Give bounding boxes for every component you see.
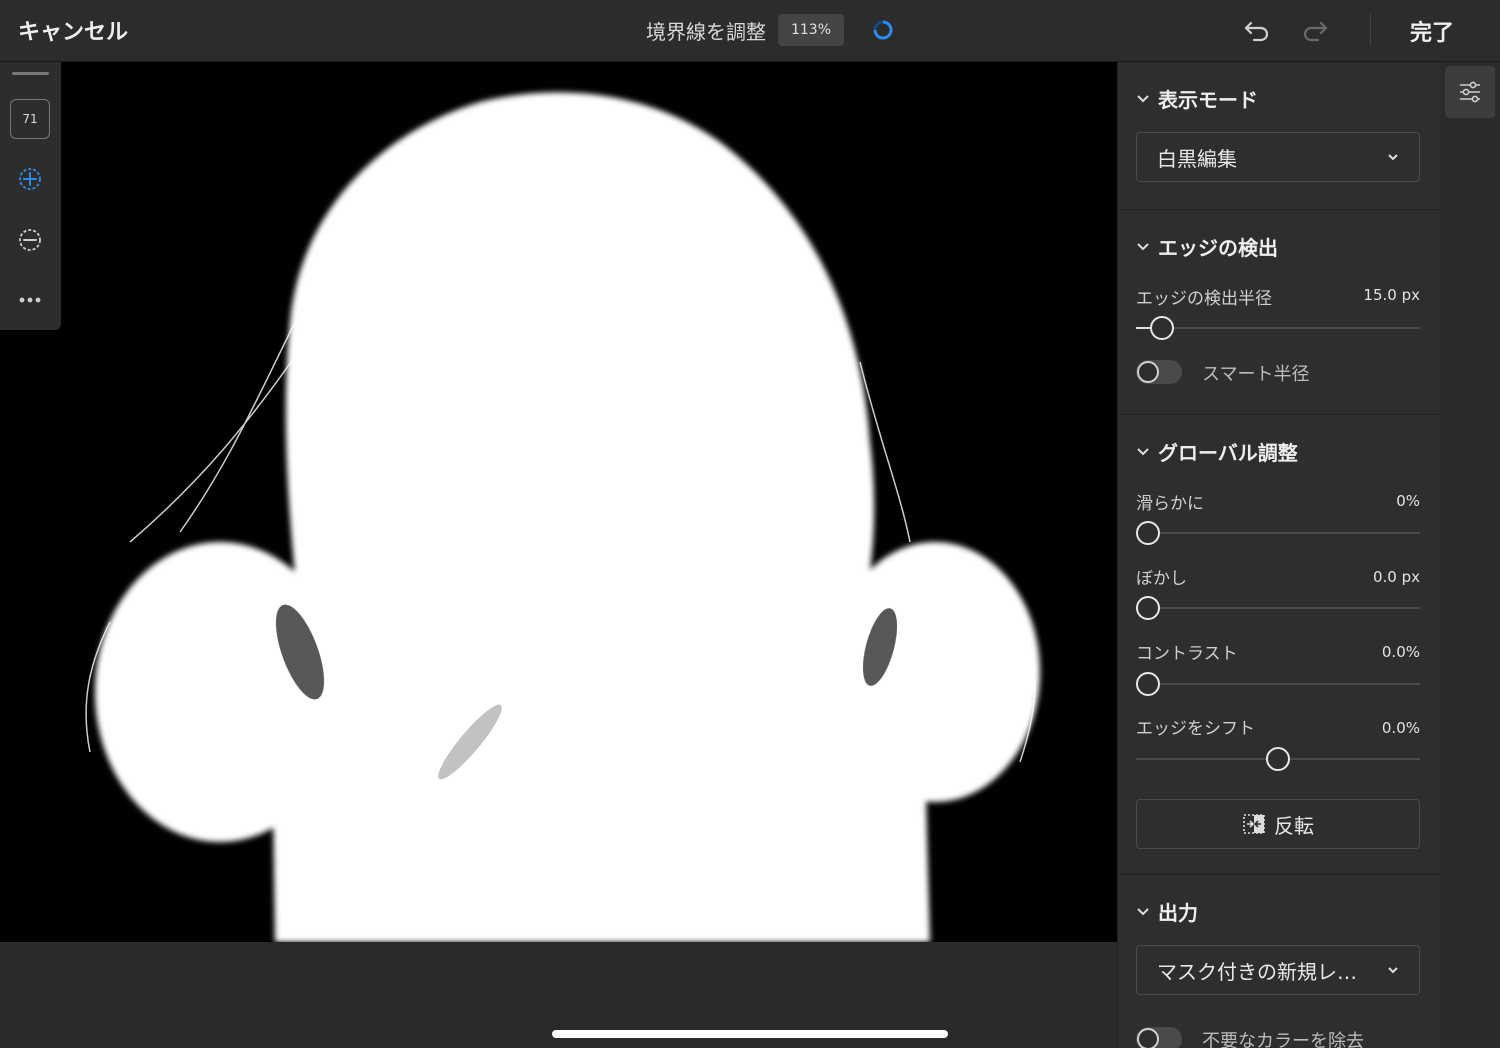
slider-fill — [1136, 327, 1150, 329]
blur-label: ぼかし — [1136, 569, 1187, 589]
slider-track — [1136, 327, 1420, 329]
mask-canvas[interactable] — [0, 62, 1117, 942]
edge-detection-header[interactable]: エッジの検出 — [1136, 232, 1278, 261]
edge-radius-slider[interactable] — [1136, 315, 1420, 341]
undo-icon[interactable] — [1242, 17, 1272, 45]
contrast-label: コントラスト — [1136, 644, 1238, 664]
smooth-slider[interactable] — [1136, 520, 1420, 546]
global-adjust-header[interactable]: グローバル調整 — [1136, 437, 1298, 466]
add-brush-icon[interactable] — [16, 165, 44, 193]
invert-icon — [1243, 814, 1265, 834]
output-section: 出力 マスク付きの新規レ… 不要なカラーを除去 — [1118, 875, 1440, 1048]
display-mode-section: 表示モード 白黒編集 — [1118, 62, 1440, 210]
title-group: 境界線を調整 113% — [646, 14, 894, 46]
shift-edge-label: エッジをシフト — [1136, 719, 1255, 739]
mask-preview-image — [0, 62, 1117, 942]
decontaminate-toggle[interactable] — [1136, 1027, 1182, 1048]
edge-detection-section: エッジの検出 エッジの検出半径 15.0 px スマート半径 — [1118, 210, 1440, 415]
edge-radius-label: エッジの検出半径 — [1136, 289, 1272, 309]
display-mode-dropdown[interactable]: 白黒編集 — [1136, 132, 1420, 182]
shift-edge-value[interactable]: 0.0% — [1382, 719, 1420, 737]
output-heading: 出力 — [1158, 901, 1198, 925]
top-bar: キャンセル 境界線を調整 113% 完了 — [0, 0, 1500, 62]
properties-panel: 表示モード 白黒編集 エッジの検出 エッジの検出半径 15.0 px スマート半… — [1117, 62, 1440, 1048]
display-mode-heading: 表示モード — [1158, 88, 1258, 112]
chevron-down-icon — [1388, 154, 1398, 161]
slider-track — [1136, 607, 1420, 609]
page-title: 境界線を調整 — [646, 19, 766, 44]
shift-edge-slider[interactable] — [1136, 746, 1420, 772]
more-options-icon[interactable] — [16, 286, 44, 314]
brush-size-button[interactable]: 71 — [10, 99, 50, 139]
sliders-icon — [1460, 81, 1480, 103]
slider-thumb[interactable] — [1136, 596, 1160, 620]
invert-button[interactable]: 反転 — [1136, 799, 1420, 849]
output-header[interactable]: 出力 — [1136, 897, 1198, 926]
contrast-slider[interactable] — [1136, 671, 1420, 697]
chevron-down-icon — [1388, 967, 1398, 974]
edge-radius-value[interactable]: 15.0 px — [1363, 286, 1420, 304]
global-adjust-section: グローバル調整 滑らかに 0% ぼかし 0.0 px コントラスト 0.0% エ… — [1118, 415, 1440, 875]
output-dropdown[interactable]: マスク付きの新規レ… — [1136, 945, 1420, 995]
loading-spinner-icon — [873, 20, 893, 40]
slider-track — [1136, 532, 1420, 534]
done-button[interactable]: 完了 — [1410, 15, 1454, 47]
global-adjust-heading: グローバル調整 — [1158, 441, 1298, 465]
slider-track — [1136, 683, 1420, 685]
header-divider — [1370, 14, 1371, 46]
properties-button[interactable] — [1445, 66, 1495, 118]
chevron-down-icon — [1137, 242, 1149, 250]
home-indicator[interactable] — [552, 1030, 948, 1038]
smooth-label: 滑らかに — [1136, 494, 1204, 514]
left-toolbar: 71 — [0, 62, 61, 330]
chevron-down-icon — [1137, 907, 1149, 915]
toolbar-grip[interactable] — [12, 72, 49, 75]
right-tool-strip — [1439, 62, 1500, 1048]
invert-label: 反転 — [1274, 813, 1314, 838]
toggle-knob — [1137, 1028, 1159, 1048]
cancel-button[interactable]: キャンセル — [18, 14, 128, 46]
redo-icon[interactable] — [1300, 17, 1330, 45]
output-value: マスク付きの新規レ… — [1157, 959, 1357, 984]
decontaminate-label: 不要なカラーを除去 — [1202, 1031, 1364, 1048]
slider-thumb[interactable] — [1266, 747, 1290, 771]
zoom-level[interactable]: 113% — [778, 14, 844, 46]
blur-value[interactable]: 0.0 px — [1373, 568, 1420, 586]
smooth-value[interactable]: 0% — [1396, 492, 1420, 510]
display-mode-value: 白黒編集 — [1157, 146, 1237, 171]
chevron-down-icon — [1137, 94, 1149, 102]
smart-radius-toggle[interactable] — [1136, 360, 1182, 384]
edge-detection-heading: エッジの検出 — [1158, 236, 1278, 260]
contrast-value[interactable]: 0.0% — [1382, 643, 1420, 661]
subtract-brush-icon[interactable] — [16, 226, 44, 254]
slider-thumb[interactable] — [1136, 521, 1160, 545]
blur-slider[interactable] — [1136, 595, 1420, 621]
display-mode-header[interactable]: 表示モード — [1136, 84, 1258, 113]
slider-thumb[interactable] — [1136, 672, 1160, 696]
smart-radius-label: スマート半径 — [1202, 364, 1310, 385]
chevron-down-icon — [1137, 447, 1149, 455]
slider-thumb[interactable] — [1150, 316, 1174, 340]
toggle-knob — [1137, 361, 1159, 383]
